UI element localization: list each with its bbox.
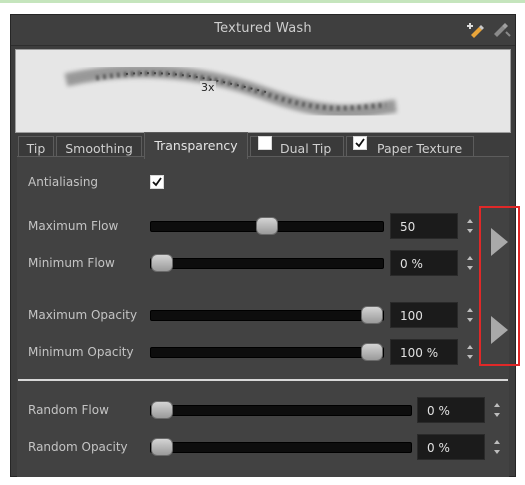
random-opacity-label: Random Opacity (28, 440, 128, 454)
tab-smoothing[interactable]: Smoothing (56, 136, 142, 158)
maximum-opacity-slider[interactable] (150, 306, 384, 324)
maximum-flow-spinner[interactable] (465, 213, 475, 239)
minimum-flow-slider[interactable] (150, 254, 384, 272)
random-opacity-field[interactable]: 0 % (417, 434, 485, 460)
minimum-flow-spinner[interactable] (465, 250, 475, 276)
flow-curve-toggle-icon[interactable] (491, 228, 508, 256)
tab-transparency-label: Transparency (154, 138, 238, 153)
random-flow-label: Random Flow (28, 403, 109, 417)
checkmark-icon (152, 177, 162, 187)
minimum-flow-slider-handle[interactable] (151, 254, 173, 272)
random-opacity-spinner[interactable] (492, 434, 502, 460)
tab-dual-tip[interactable]: Dual Tip (250, 136, 344, 158)
maximum-flow-field[interactable]: 50 (390, 213, 458, 239)
maximum-flow-slider-handle[interactable] (256, 217, 278, 235)
tab-paper-texture-label: Paper Texture (377, 141, 463, 156)
maximum-opacity-field[interactable]: 100 (390, 302, 458, 328)
opacity-curve-toggle-icon[interactable] (491, 316, 508, 344)
tab-tip[interactable]: Tip (18, 136, 54, 158)
dual-tip-checkbox[interactable] (258, 136, 272, 150)
highlight-box (479, 206, 520, 366)
random-flow-spinner[interactable] (492, 397, 502, 423)
random-flow-slider[interactable] (150, 401, 412, 419)
top-accent-line (0, 0, 525, 3)
settings-icon[interactable] (491, 20, 513, 40)
tab-smoothing-label: Smoothing (65, 141, 133, 156)
random-flow-slider-handle[interactable] (151, 401, 173, 419)
minimum-opacity-field[interactable]: 100 % (390, 339, 458, 365)
antialiasing-checkbox[interactable] (150, 175, 164, 189)
maximum-flow-slider[interactable] (150, 217, 384, 235)
minimum-opacity-label: Minimum Opacity (28, 345, 134, 359)
tab-tip-label: Tip (26, 141, 46, 156)
maximum-opacity-label: Maximum Opacity (28, 308, 138, 322)
brush-stroke-preview: 3x (15, 49, 511, 133)
minimum-opacity-slider-handle[interactable] (361, 343, 383, 361)
tab-transparency[interactable]: Transparency (144, 132, 248, 159)
minimum-flow-label: Minimum Flow (28, 256, 115, 270)
antialiasing-label: Antialiasing (28, 175, 99, 189)
paper-texture-checkbox[interactable] (353, 136, 367, 150)
tab-paper-texture[interactable]: Paper Texture (346, 136, 474, 158)
brush-tabs: Tip Smoothing Transparency Dual Tip Pape… (18, 132, 508, 159)
panel-title: Textured Wash (214, 21, 312, 36)
title-bar: Textured Wash (11, 15, 515, 46)
brush-properties-panel: Textured Wash 3x Tip Smoothing Transpare… (10, 14, 516, 477)
minimum-opacity-slider[interactable] (150, 343, 384, 361)
random-opacity-slider-handle[interactable] (151, 438, 173, 456)
transparency-tab-content: Antialiasing Maximum Flow 50 Minimum Flo… (17, 156, 509, 477)
random-flow-field[interactable]: 0 % (417, 397, 485, 423)
maximum-opacity-slider-handle[interactable] (361, 306, 383, 324)
section-divider (18, 379, 508, 381)
minimum-flow-field[interactable]: 0 % (390, 250, 458, 276)
maximum-opacity-spinner[interactable] (465, 302, 475, 328)
maximum-flow-label: Maximum Flow (28, 219, 119, 233)
tab-dual-tip-label: Dual Tip (280, 141, 332, 156)
checkmark-icon (355, 138, 365, 148)
preview-zoom-label: 3x (200, 81, 216, 94)
minimum-opacity-spinner[interactable] (465, 339, 475, 365)
new-brush-icon[interactable] (465, 20, 487, 40)
random-opacity-slider[interactable] (150, 438, 412, 456)
